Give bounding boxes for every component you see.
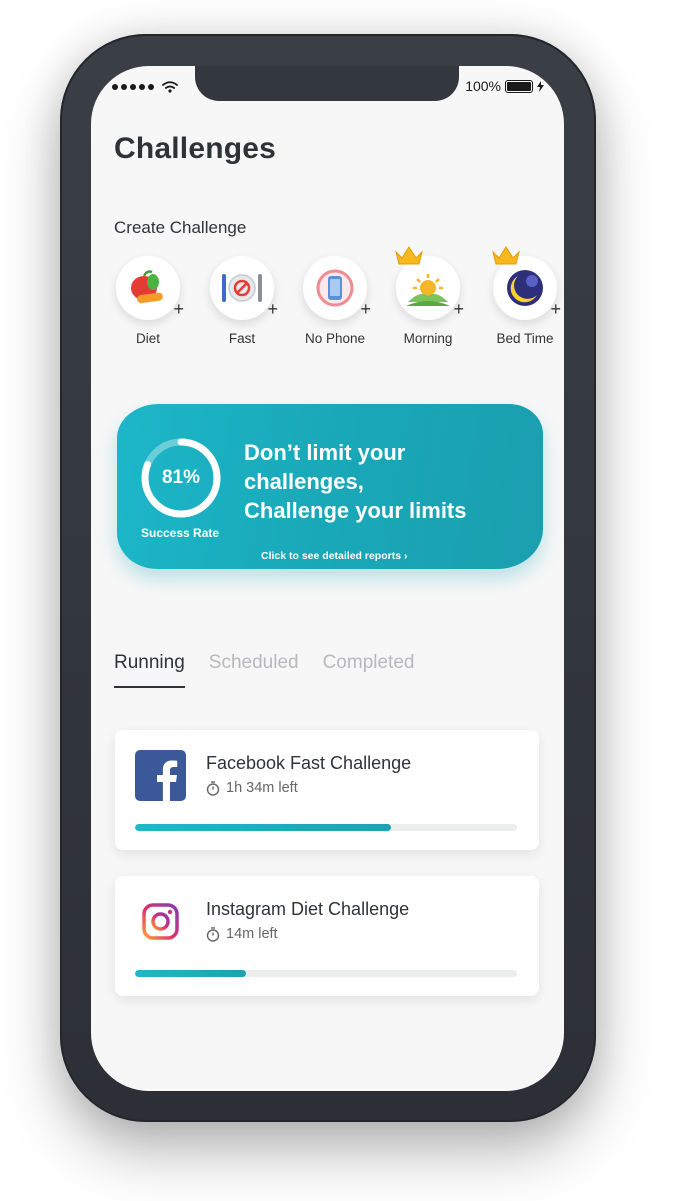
add-icon: + [173, 299, 184, 319]
time-left: 1h 34m left [226, 780, 298, 796]
charging-icon [537, 80, 544, 92]
status-bar-right: 100% [465, 78, 544, 94]
stopwatch-icon [206, 926, 220, 942]
success-rate-value: 81% [161, 467, 201, 488]
signal-dot [112, 84, 118, 90]
quote-line: Challenge your limits [244, 498, 467, 523]
progress-fill [135, 970, 246, 977]
signal-dot [139, 84, 145, 90]
battery-percent: 100% [465, 78, 501, 94]
sunrise-icon [406, 274, 450, 306]
quote-line: challenges, [244, 469, 364, 494]
category-circle[interactable]: + [210, 256, 278, 320]
notch [195, 66, 459, 101]
plate-cutlery-icon [222, 274, 262, 302]
tab-scheduled[interactable]: Scheduled [209, 652, 299, 688]
add-icon: + [550, 299, 561, 319]
category-fast[interactable]: + Fast [202, 256, 282, 346]
add-icon: + [267, 299, 278, 319]
apple-carrot-icon [131, 270, 163, 304]
category-diet[interactable]: + Diet [108, 256, 188, 346]
wifi-icon [162, 81, 178, 93]
category-label: Bed Time [496, 331, 554, 346]
challenge-progress-bar [135, 824, 517, 831]
instagram-icon [142, 903, 179, 940]
no-phone-icon [316, 269, 354, 307]
category-label: No Phone [304, 331, 366, 346]
status-bar-left [112, 81, 178, 93]
challenge-tabs: Running Scheduled Completed [114, 652, 414, 688]
signal-dot [121, 84, 127, 90]
quote-line: Don’t limit your [244, 440, 406, 465]
success-rate-label: Success Rate [141, 526, 220, 540]
category-morning[interactable]: + Morning [388, 246, 468, 346]
challenge-time: 14m left [206, 926, 278, 942]
category-no-phone[interactable]: + No Phone [295, 256, 375, 346]
crown-icon [395, 246, 423, 265]
banner-quote: Don’t limit your challenges, Challenge y… [244, 438, 534, 525]
moon-icon [507, 270, 543, 306]
challenge-time: 1h 34m left [206, 780, 298, 796]
signal-dot [130, 84, 136, 90]
tab-running[interactable]: Running [114, 652, 185, 688]
add-icon: + [360, 299, 371, 319]
create-challenge-label: Create Challenge [114, 218, 247, 237]
page-title: Challenges [114, 132, 277, 165]
challenge-card-instagram[interactable]: Instagram Diet Challenge 14m left [115, 876, 539, 996]
challenge-title: Instagram Diet Challenge [206, 899, 410, 919]
category-label: Diet [135, 331, 160, 346]
category-circle[interactable]: + [303, 256, 371, 320]
success-banner[interactable]: 81% Success Rate Don’t limit your challe… [117, 404, 543, 569]
time-left: 14m left [226, 926, 278, 942]
app-screen: 100% Challenges Create Challenge + Diet [91, 66, 564, 1091]
stopwatch-icon [206, 780, 220, 796]
challenge-progress-bar [135, 970, 517, 977]
reports-link[interactable]: Click to see detailed reports › [261, 550, 407, 562]
category-circle[interactable]: + [116, 256, 184, 320]
tab-completed[interactable]: Completed [323, 652, 415, 688]
crown-icon [492, 246, 520, 265]
category-label: Morning [403, 331, 453, 346]
battery-icon [505, 79, 533, 93]
category-circle[interactable]: + [395, 246, 464, 320]
signal-dot [148, 84, 154, 90]
add-icon: + [453, 299, 464, 319]
challenge-title: Facebook Fast Challenge [206, 753, 412, 773]
facebook-icon [135, 750, 186, 801]
category-label: Fast [228, 331, 256, 346]
category-circle[interactable]: + [492, 246, 561, 320]
challenge-card-facebook[interactable]: Facebook Fast Challenge 1h 34m left [115, 730, 539, 850]
category-bed-time[interactable]: + Bed Time [485, 246, 564, 346]
progress-fill [135, 824, 391, 831]
